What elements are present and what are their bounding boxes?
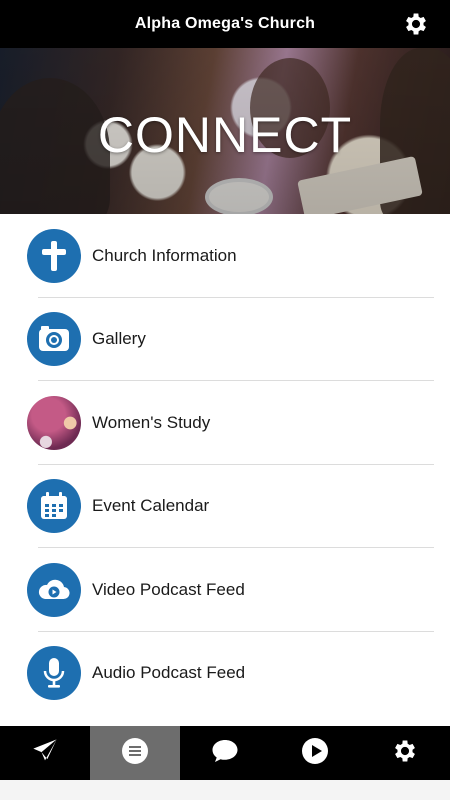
- cross-icon: [27, 228, 81, 283]
- menu-item-gallery[interactable]: Gallery: [0, 298, 450, 381]
- system-nav-strip: [0, 780, 450, 800]
- list-icon: [121, 737, 149, 770]
- gear-icon[interactable]: [402, 10, 430, 38]
- send-icon: [31, 737, 59, 770]
- gear-icon: [391, 737, 419, 770]
- menu-item-audio-podcast-feed[interactable]: Audio Podcast Feed: [0, 632, 450, 716]
- menu-item-label: Event Calendar: [92, 496, 210, 516]
- tab-play[interactable]: [270, 726, 360, 780]
- tab-list[interactable]: [90, 726, 180, 780]
- tab-settings[interactable]: [360, 726, 450, 780]
- hero-banner: CONNECT: [0, 48, 450, 214]
- menu-item-label: Video Podcast Feed: [92, 579, 245, 599]
- camera-icon: [27, 312, 81, 367]
- menu-item-label: Audio Podcast Feed: [92, 663, 246, 683]
- tab-chat[interactable]: [180, 726, 270, 780]
- photo-thumbnail: [27, 395, 81, 450]
- calendar-icon: [27, 479, 81, 534]
- tab-send[interactable]: [0, 726, 90, 780]
- microphone-icon: [27, 646, 81, 701]
- menu-item-church-information[interactable]: Church Information: [0, 214, 450, 298]
- bottom-tab-bar: [0, 726, 450, 780]
- menu-item-womens-study[interactable]: Women's Study: [0, 381, 450, 465]
- chat-bubble-icon: [211, 738, 239, 769]
- hero-title: CONNECT: [97, 107, 353, 163]
- menu-list: Church Information Gallery Women's Study: [0, 214, 450, 715]
- app-title: Alpha Omega's Church: [134, 15, 316, 32]
- menu-item-event-calendar[interactable]: Event Calendar: [0, 465, 450, 548]
- cloud-play-icon: [27, 562, 81, 617]
- play-icon: [301, 737, 329, 770]
- menu-item-label: Church Information: [92, 245, 237, 265]
- menu-item-label: Gallery: [92, 329, 146, 349]
- menu-item-label: Women's Study: [92, 412, 211, 432]
- app-header: Alpha Omega's Church: [0, 0, 450, 48]
- menu-item-video-podcast-feed[interactable]: Video Podcast Feed: [0, 548, 450, 632]
